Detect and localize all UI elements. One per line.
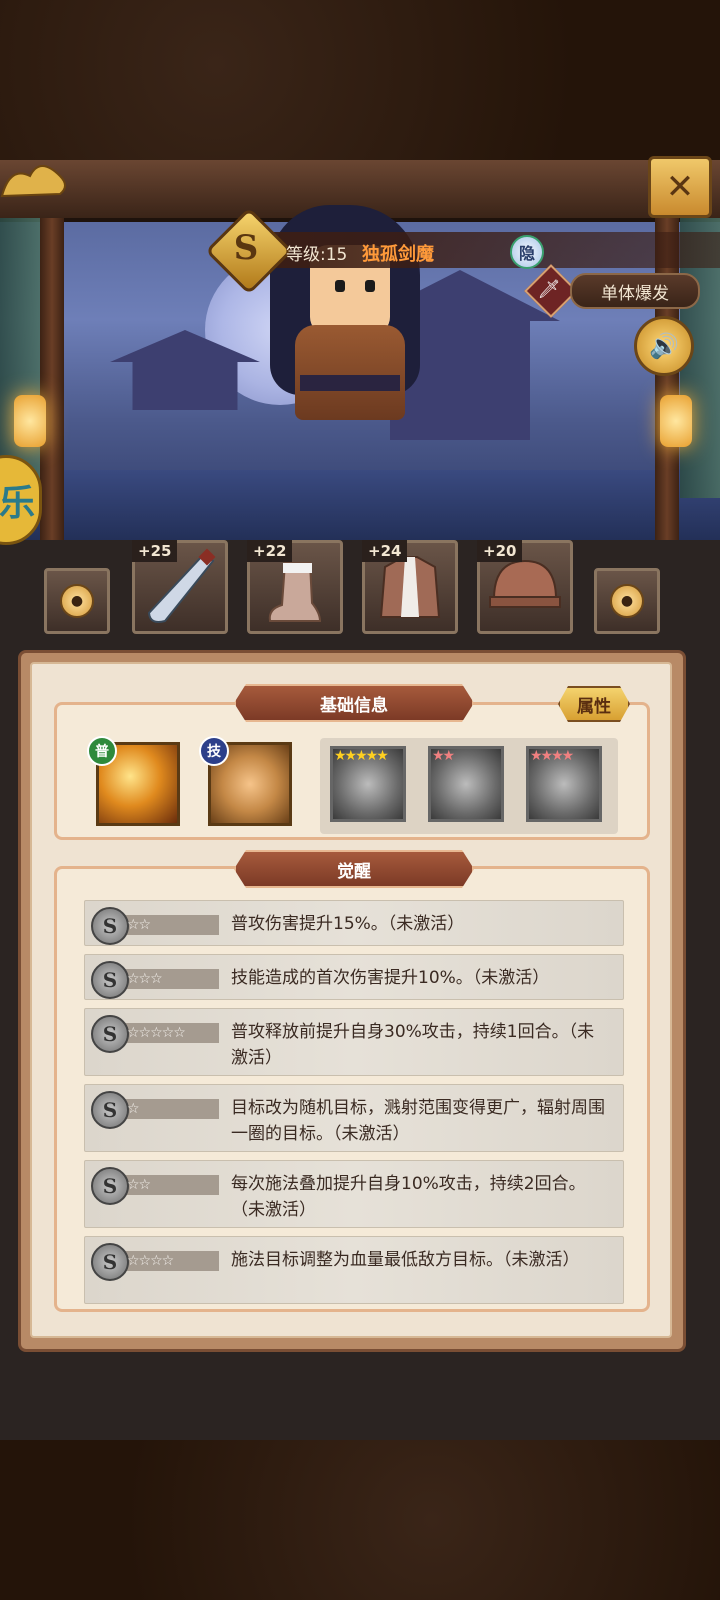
cloud-ornament-icon [0, 165, 66, 198]
attribute-button[interactable]: 属性 [558, 686, 630, 722]
awakening-title: 觉醒 [234, 850, 474, 888]
equip-slot-locked-left[interactable]: ● [44, 568, 110, 634]
boots-plus: +22 [247, 540, 293, 562]
awaken-text: 目标改为随机目标，溅射范围变得更广，辐射周围一圈的目标。（未激活） [231, 1098, 605, 1144]
awakening-row: S ☆☆☆ 技能造成的首次伤害提升10%。（未激活） [84, 954, 624, 1000]
skill-stars-2: ★★ [432, 748, 455, 764]
awaken-s-icon: S [91, 961, 129, 999]
awakening-row: S ☆☆ 每次施法叠加提升自身10%攻击，持续2回合。（未激活） [84, 1160, 624, 1228]
awaken-text: 技能造成的首次伤害提升10%。（未激活） [231, 968, 550, 988]
skill-stars-3: ★★★★ [530, 748, 574, 764]
awaken-s-icon: S [91, 907, 129, 945]
hero-level: 等级:15 [286, 245, 348, 265]
awaken-stars: ☆☆☆ [127, 971, 163, 987]
awaken-s-icon: S [91, 1167, 129, 1205]
basic-info-title: 基础信息 [234, 684, 474, 722]
hero-type-tag: 单体爆发 [570, 273, 700, 309]
lock-icon: ● [610, 584, 644, 618]
background-bottom [0, 1440, 720, 1600]
equip-slot-locked-right[interactable]: ● [594, 568, 660, 634]
lock-icon: ● [60, 584, 94, 618]
awaken-s-icon: S [91, 1015, 129, 1053]
awaken-stars: ☆☆ [127, 917, 151, 933]
normal-attack-tag: 普 [87, 736, 117, 766]
close-button[interactable]: ✕ [648, 156, 712, 218]
awakening-row: S ☆☆ 普攻伤害提升15%。（未激活） [84, 900, 624, 946]
awaken-text: 普攻伤害提升15%。（未激活） [231, 914, 465, 934]
awakening-row: S ☆ 目标改为随机目标，溅射范围变得更广，辐射周围一圈的目标。（未激活） [84, 1084, 624, 1152]
hidden-badge[interactable]: 隐 [510, 235, 544, 269]
awaken-s-icon: S [91, 1243, 129, 1281]
awaken-stars: ☆ [127, 1101, 140, 1117]
lantern-left [14, 395, 46, 447]
awaken-s-icon: S [91, 1091, 129, 1129]
skill-tag: 技 [199, 736, 229, 766]
awaken-stars: ☆☆☆☆ [127, 1253, 174, 1269]
lantern-right [660, 395, 692, 447]
armor-plus: +24 [362, 540, 408, 562]
awaken-stars: ☆☆ [127, 1177, 151, 1193]
awaken-text: 施法目标调整为血量最低敌方目标。（未激活） [231, 1250, 580, 1270]
background-top [0, 0, 720, 160]
awakening-row: S ☆☆☆☆☆ 普攻释放前提升自身30%攻击，持续1回合。（未激活） [84, 1008, 624, 1076]
helmet-plus: +20 [477, 540, 523, 562]
awaken-text: 普攻释放前提升自身30%攻击，持续1回合。（未激活） [231, 1022, 595, 1068]
hero-name: 独孤剑魔 [362, 244, 434, 265]
awaken-stars: ☆☆☆☆☆ [127, 1025, 186, 1041]
pillar-left [40, 218, 64, 540]
awaken-text: 每次施法叠加提升自身10%攻击，持续2回合。（未激活） [231, 1174, 586, 1220]
rank-letter: S [233, 228, 259, 268]
weapon-plus: +25 [132, 540, 178, 562]
skill-stars-1: ★★★★★ [334, 748, 389, 764]
speaker-icon[interactable]: 🔊 [634, 316, 694, 376]
awakening-row: S ☆☆☆☆ 施法目标调整为血量最低敌方目标。（未激活） [84, 1236, 624, 1304]
dagger-icon: 🗡 [537, 278, 561, 300]
